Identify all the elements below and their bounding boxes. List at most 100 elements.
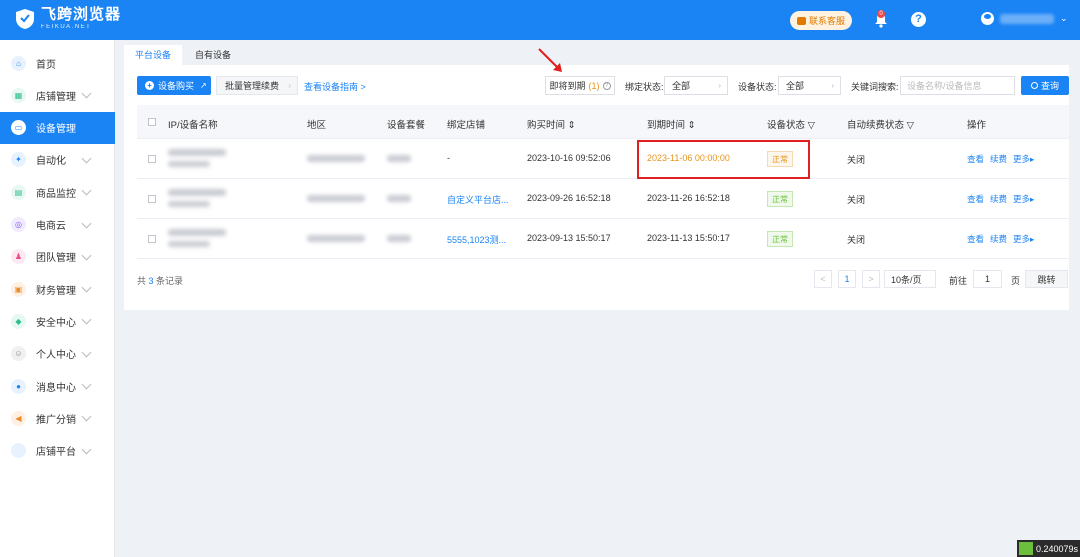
total-suffix: 条记录 (153, 276, 184, 286)
sidebar-item-home[interactable]: ⌂ 首页 (0, 47, 115, 79)
package-redacted (387, 155, 411, 162)
avatar-icon (981, 12, 994, 25)
device-guide-link[interactable]: 查看设备指南 > (304, 80, 366, 93)
col-expire-time[interactable]: 到期时间 ⇕ (647, 117, 696, 131)
goto-page-input[interactable]: 1 (973, 270, 1002, 288)
chevron-right-icon: › (831, 81, 834, 90)
query-button[interactable]: 查询 (1021, 76, 1069, 95)
device-status-label: 设备状态: (738, 82, 777, 92)
device-status-value: 全部 (786, 81, 805, 91)
chevron-down-icon (81, 282, 92, 293)
team-icon: ♟ (11, 249, 26, 265)
col-purchase-time[interactable]: 购买时间 ⇕ (527, 117, 576, 131)
page-unit-label: 页 (1011, 276, 1021, 286)
col-bound-shop: 绑定店铺 (447, 120, 486, 131)
row-checkbox[interactable] (148, 155, 156, 163)
finance-icon: ▣ (11, 281, 26, 297)
sidebar-item-message[interactable]: ● 消息中心 (0, 370, 115, 402)
buy-device-label: 设备购买 (158, 81, 195, 91)
col-device-status[interactable]: 设备状态 ▽ (767, 117, 815, 131)
renew-button[interactable]: 续费 (990, 233, 1007, 245)
sidebar-item-store[interactable]: ▦ 店铺管理 (0, 79, 115, 111)
sidebar-item-platform[interactable]: 店铺平台 (0, 435, 115, 467)
chevron-down-icon (81, 314, 92, 325)
device-name-redacted (168, 201, 210, 207)
sidebar-item-promote[interactable]: ◀ 推广分销 (0, 402, 115, 434)
question-icon: ? (602, 81, 611, 90)
view-button[interactable]: 查看 (967, 233, 984, 245)
bound-shop: - (447, 153, 450, 163)
bound-shop[interactable]: 5555,1023测... (447, 233, 506, 246)
table-row: 自定义平台店... 2023-09-26 16:52:18 2023-11-26 1… (137, 179, 1069, 219)
expiring-soon-filter[interactable]: 即将到期 (1) ? (545, 76, 615, 95)
app-logo[interactable]: 飞跨浏览器 FEIKUA.NET (14, 7, 121, 30)
sidebar-item-label: 首页 (36, 59, 56, 71)
batch-renew-dropdown[interactable]: 批量管理续费 › (216, 76, 298, 95)
sidebar-item-shield[interactable]: ◆ 安全中心 (0, 305, 115, 337)
expire-time: 2023-11-26 16:52:18 (647, 193, 730, 203)
chevron-down-icon (81, 347, 92, 358)
notification-count: 0 (877, 10, 885, 18)
select-all-checkbox[interactable] (148, 118, 156, 126)
tab-platform-devices[interactable]: 平台设备 (124, 45, 183, 65)
shield-icon: ◆ (11, 313, 26, 329)
row-checkbox[interactable] (148, 195, 156, 203)
app-name: 飞跨浏览器 (41, 6, 122, 23)
bind-status-value: 全部 (672, 81, 691, 91)
more-button[interactable]: 更多▸ (1013, 233, 1034, 245)
package-redacted (387, 235, 411, 242)
sidebar-item-cloud[interactable]: ◎ 电商云 (0, 209, 115, 241)
more-button[interactable]: 更多▸ (1013, 193, 1034, 205)
renew-button[interactable]: 续费 (990, 193, 1007, 205)
help-icon[interactable]: ? (911, 12, 926, 27)
keyword-search-label: 关键词搜索: (851, 82, 899, 92)
logo-shield-icon (16, 8, 34, 29)
sidebar-item-device[interactable]: ▭ 设备管理 (0, 111, 115, 144)
col-auto-renew[interactable]: 自动续费状态 ▽ (847, 117, 914, 131)
sidebar-item-label: 设备管理 (36, 124, 76, 136)
page-size-select[interactable]: 10条/页 (884, 270, 936, 288)
next-page-button[interactable]: > (862, 270, 880, 288)
device-icon: ▭ (11, 120, 26, 136)
plus-icon: + (145, 81, 154, 90)
sidebar-item-label: 店铺平台 (36, 447, 76, 459)
keyword-search-input[interactable]: 设备名称/设备信息 (900, 76, 1015, 95)
bound-shop[interactable]: 自定义平台店... (447, 193, 509, 206)
table-row: -2023-10-16 09:52:06 2023-11-06 00:00:00 正… (137, 139, 1069, 179)
contact-support-button[interactable]: 联系客服 (790, 11, 852, 30)
col-ip-name: IP/设备名称 (168, 120, 218, 131)
row-checkbox[interactable] (148, 235, 156, 243)
auto-renew-status: 关闭 (847, 155, 866, 165)
query-label: 查询 (1040, 81, 1059, 91)
home-icon: ⌂ (11, 55, 26, 71)
sidebar-item-user[interactable]: ☺ 个人中心 (0, 338, 115, 370)
row-actions: 查看 续费 更多▸ (967, 233, 1034, 245)
sidebar-item-label: 商品监控 (36, 188, 76, 200)
bind-status-select[interactable]: 全部 › (664, 76, 728, 95)
chevron-down-icon (81, 250, 92, 261)
batch-renew-label: 批量管理续费 (225, 81, 280, 91)
promote-icon: ◀ (11, 410, 26, 426)
sidebar-item-monitor[interactable]: ▤ 商品监控 (0, 176, 115, 208)
col-region: 地区 (307, 120, 327, 131)
sidebar-item-team[interactable]: ♟ 团队管理 (0, 241, 115, 273)
prev-page-button[interactable]: < (814, 270, 832, 288)
page-number-1[interactable]: 1 (838, 270, 856, 288)
more-button[interactable]: 更多▸ (1013, 153, 1034, 165)
jump-button[interactable]: 跳转 (1025, 270, 1068, 288)
renew-button[interactable]: 续费 (990, 153, 1007, 165)
chevron-down-icon (81, 379, 92, 390)
buy-device-button[interactable]: + 设备购买 ↗ (137, 76, 211, 95)
page-size-value: 10条/页 (891, 274, 922, 285)
sidebar-item-automation[interactable]: ✦ 自动化 (0, 144, 115, 176)
user-menu[interactable]: ⌄ (981, 12, 1068, 25)
device-status-select[interactable]: 全部 › (778, 76, 841, 95)
device-tabs: 平台设备 自有设备 (124, 45, 244, 65)
chevron-right-icon: › (288, 81, 291, 90)
external-link-icon: ↗ (200, 81, 207, 90)
view-button[interactable]: 查看 (967, 153, 984, 165)
sidebar-item-finance[interactable]: ▣ 财务管理 (0, 273, 115, 305)
view-button[interactable]: 查看 (967, 193, 984, 205)
tab-own-devices[interactable]: 自有设备 (184, 45, 243, 65)
chevron-right-icon: › (718, 81, 721, 90)
